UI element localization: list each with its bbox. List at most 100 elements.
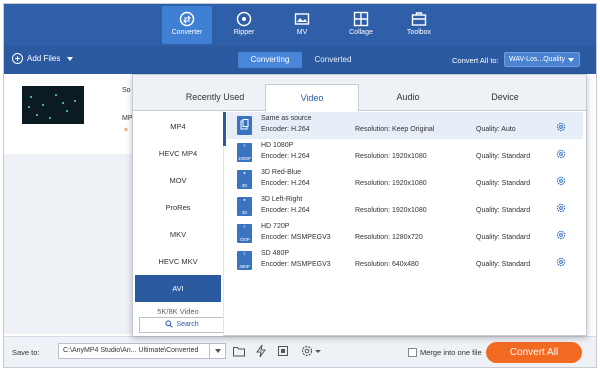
edit-star-icon[interactable]: ✶ — [123, 127, 130, 134]
preset-encoder: Encoder: H.264 — [261, 126, 310, 133]
add-files-label: Add Files — [27, 54, 61, 63]
preset-row[interactable]: ≡ 720P HD 720P Encoder: MSMPEGV3 Resoluti… — [227, 220, 583, 247]
preset-row[interactable]: ≡ 1080P HD 1080P Encoder: H.264 Resolutio… — [227, 139, 583, 166]
preset-badge: 3D — [241, 210, 248, 215]
hd-720p-icon: ≡ 720P — [237, 224, 252, 243]
preset-quality: Quality: Auto — [476, 126, 516, 133]
folder-icon[interactable] — [232, 344, 246, 358]
convert-all-label: Convert All to: — [452, 56, 499, 65]
tab-audio[interactable]: Audio — [361, 84, 455, 111]
3d-left-right-icon: ● 3D — [237, 197, 252, 216]
chevron-down-icon — [568, 58, 574, 62]
preset-quality: Quality: Standard — [476, 153, 531, 160]
format-item-hevc-mkv[interactable]: HEVC MKV — [135, 248, 221, 275]
preset-name: Same as source — [261, 115, 312, 122]
chevron-down-icon[interactable] — [209, 344, 225, 358]
convert-all-button[interactable]: Convert All — [486, 342, 582, 363]
preset-resolution: Resolution: Keep Original — [355, 126, 435, 133]
preset-resolution: Resolution: 1280x720 — [355, 234, 423, 241]
save-path-field[interactable]: C:\AnyMP4 Studio\An... Ultimate\Converte… — [58, 343, 226, 359]
mv-icon — [294, 13, 310, 25]
nav-converter[interactable]: Converter — [162, 6, 212, 44]
collage-icon — [353, 11, 369, 27]
preset-encoder: Encoder: H.264 — [261, 207, 310, 214]
nav-label: Ripper — [233, 29, 255, 36]
convert-all-value: WAV-Los...Quality — [509, 56, 566, 63]
preset-quality: Quality: Standard — [476, 207, 531, 214]
preset-badge: 720P — [239, 237, 250, 242]
selection-accent — [223, 112, 226, 146]
nav-label: Converter — [171, 29, 203, 36]
preset-encoder: Encoder: H.264 — [261, 180, 310, 187]
format-tabs: Recently Used Video Audio Device — [133, 75, 586, 112]
format-item-avi[interactable]: AVI — [135, 275, 221, 302]
tab-converted[interactable]: Converted — [307, 52, 359, 68]
hardware-acceleration-icon[interactable] — [254, 344, 268, 358]
format-item-mov[interactable]: MOV — [135, 167, 221, 194]
settings-gear-icon[interactable] — [300, 344, 324, 358]
preset-row[interactable]: ● 3D 3D Left-Right Encoder: H.264 Resolut… — [227, 193, 583, 220]
format-item-prores[interactable]: ProRes — [135, 194, 221, 221]
preset-name: 3D Red-Blue — [261, 169, 302, 176]
nav-label: Toolbox — [406, 29, 432, 36]
format-search-button[interactable]: Search — [139, 317, 223, 333]
gear-icon[interactable] — [556, 149, 566, 159]
nav-collage[interactable]: Collage — [336, 6, 386, 44]
merge-label: Merge into one file — [420, 348, 482, 357]
search-icon — [165, 320, 174, 328]
gear-icon[interactable] — [556, 122, 566, 132]
gpu-icon[interactable] — [276, 344, 290, 358]
add-icon — [12, 53, 23, 64]
format-item-mkv[interactable]: MKV — [135, 221, 221, 248]
gear-icon[interactable] — [556, 176, 566, 186]
preset-badge: 3D — [241, 183, 248, 188]
preset-resolution: Resolution: 640x480 — [355, 261, 419, 268]
tab-converting[interactable]: Converting — [238, 52, 302, 68]
convert-all-format-select[interactable]: WAV-Los...Quality — [504, 52, 580, 67]
gear-icon[interactable] — [556, 230, 566, 240]
tab-device[interactable]: Device — [458, 84, 552, 111]
search-label: Search — [176, 321, 199, 328]
tab-recently-used[interactable]: Recently Used — [153, 84, 277, 111]
nav-label: Collage — [349, 29, 373, 36]
same-as-source-icon — [237, 116, 252, 135]
format-item-hevc-mp4[interactable]: HEVC MP4 — [135, 140, 221, 167]
file-name: So — [122, 87, 131, 94]
sd-480p-icon: ≡ 480P — [237, 251, 252, 270]
chevron-down-icon[interactable] — [67, 56, 74, 61]
preset-row[interactable]: Same as source Encoder: H.264 Resolution… — [227, 112, 583, 139]
nav-ripper[interactable]: Ripper — [219, 6, 269, 44]
toolbox-icon — [411, 12, 427, 26]
tab-video[interactable]: Video — [265, 84, 359, 112]
preset-encoder: Encoder: MSMPEGV3 — [261, 234, 331, 241]
preset-badge: 480P — [239, 264, 250, 269]
preset-badge: 1080P — [237, 156, 251, 161]
preset-resolution: Resolution: 1920x1080 — [355, 153, 427, 160]
hd-1080p-icon: ≡ 1080P — [237, 143, 252, 162]
merge-checkbox[interactable] — [408, 348, 417, 357]
3d-red-blue-icon: ● 3D — [237, 170, 252, 189]
preset-name: 3D Left-Right — [261, 196, 303, 203]
gear-icon[interactable] — [556, 257, 566, 267]
nav-label: MV — [296, 29, 308, 36]
format-popup: Recently Used Video Audio Device MP4 HEV… — [132, 74, 587, 336]
add-files-button[interactable]: Add Files — [12, 53, 74, 64]
preset-row[interactable]: ● 3D 3D Red-Blue Encoder: H.264 Resolutio… — [227, 166, 583, 193]
bottom-bar: Save to: C:\AnyMP4 Studio\An... Ultimate… — [4, 336, 596, 367]
preset-row[interactable]: ≡ 480P SD 480P Encoder: MSMPEGV3 Resoluti… — [227, 247, 583, 274]
gear-icon[interactable] — [556, 203, 566, 213]
preset-name: HD 720P — [261, 223, 290, 230]
save-path-value: C:\AnyMP4 Studio\An... Ultimate\Converte… — [63, 347, 199, 354]
toolbar: Add Files Converting Converted Convert A… — [4, 46, 596, 74]
preset-quality: Quality: Standard — [476, 234, 531, 241]
format-item-mp4[interactable]: MP4 — [135, 113, 221, 140]
format-list: MP4 HEVC MP4 MOV ProRes MKV HEVC MKV AVI… — [133, 111, 224, 336]
save-to-label: Save to: — [12, 348, 40, 357]
nav-mv[interactable]: MV — [277, 6, 327, 44]
video-thumbnail[interactable] — [22, 86, 84, 124]
preset-resolution: Resolution: 1920x1080 — [355, 207, 427, 214]
preset-name: SD 480P — [261, 250, 290, 257]
nav-toolbox[interactable]: Toolbox — [394, 6, 444, 44]
preset-resolution: Resolution: 1920x1080 — [355, 180, 427, 187]
converter-icon — [179, 11, 195, 27]
